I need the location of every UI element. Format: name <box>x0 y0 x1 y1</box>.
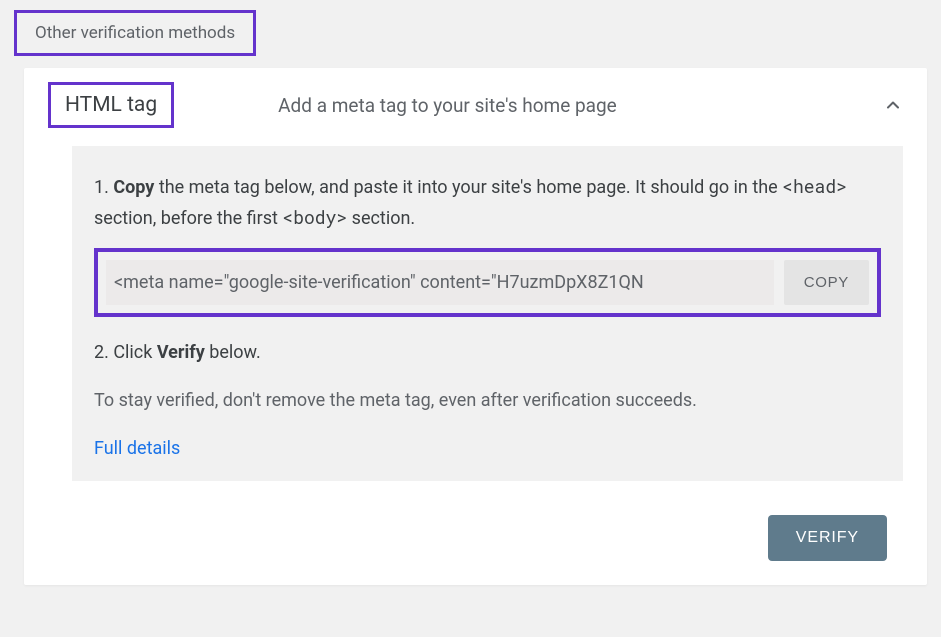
head-code: <head> <box>782 174 847 198</box>
full-details-link[interactable]: Full details <box>94 438 180 459</box>
step1-text-c: section. <box>347 208 415 229</box>
verification-note: To stay verified, don't remove the meta … <box>94 387 881 416</box>
body-code: <body> <box>282 205 347 229</box>
method-name: HTML tag <box>48 82 174 128</box>
section-header: Other verification methods <box>14 10 256 56</box>
step2-bold: Verify <box>157 342 205 363</box>
step1-text-b: section, before the first <box>94 208 282 229</box>
step1-prefix: 1. <box>94 177 113 198</box>
footer-actions: VERIFY <box>24 505 927 585</box>
step-1: 1. Copy the meta tag below, and paste it… <box>94 172 881 234</box>
step2-text: below. <box>205 342 261 363</box>
method-description: Add a meta tag to your site's home page <box>278 94 867 117</box>
step-2: 2. Click Verify below. <box>94 339 881 368</box>
method-name-text: HTML tag <box>65 93 157 117</box>
verify-button[interactable]: VERIFY <box>768 515 887 561</box>
step1-text-a: the meta tag below, and paste it into yo… <box>154 177 782 198</box>
accordion-header[interactable]: HTML tag Add a meta tag to your site's h… <box>24 68 927 146</box>
step2-prefix: 2. Click <box>94 342 157 363</box>
step1-bold: Copy <box>113 177 154 198</box>
chevron-up-icon <box>883 95 903 115</box>
copy-button[interactable]: COPY <box>784 260 869 305</box>
meta-tag-row: COPY <box>94 248 881 317</box>
verification-method-card: HTML tag Add a meta tag to your site's h… <box>24 68 927 585</box>
accordion-body: 1. Copy the meta tag below, and paste it… <box>72 146 903 481</box>
section-header-text: Other verification methods <box>35 23 235 43</box>
meta-tag-input[interactable] <box>106 260 774 305</box>
